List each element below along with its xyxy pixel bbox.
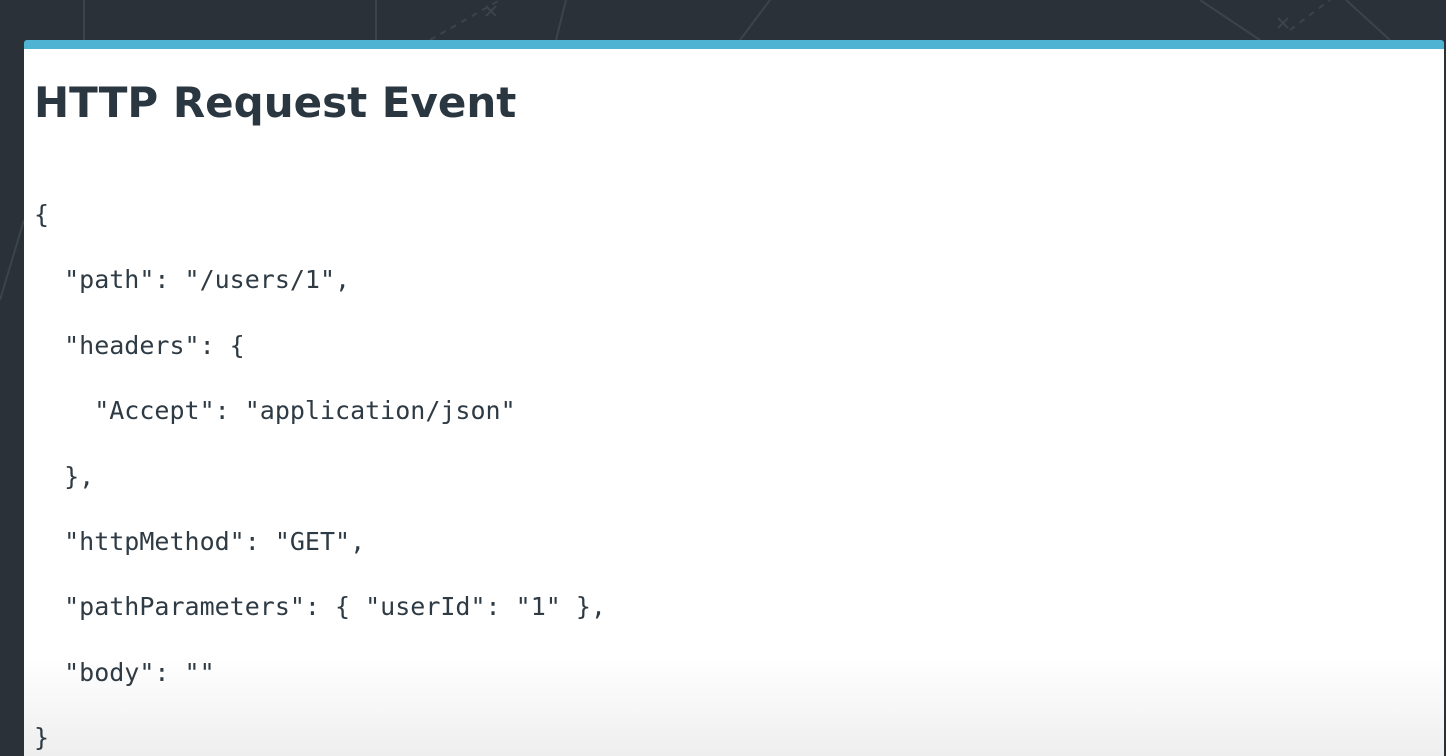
code-line: "Accept": "application/json" (34, 396, 516, 426)
code-line: { (34, 200, 50, 229)
code-line: "path": "/users/1", (34, 265, 351, 295)
code-line: "body": "" (34, 657, 215, 687)
code-line: "httpMethod": "GET", (34, 526, 366, 556)
code-line: }, (34, 461, 95, 491)
slide-stage: HTTP Request Event { "path": "/users/1",… (0, 0, 1446, 756)
code-line: } (34, 723, 50, 753)
slide-title: HTTP Request Event (34, 78, 517, 127)
code-block: { "path": "/users/1", "headers": { "Acce… (34, 182, 606, 756)
code-line: "pathParameters": { "userId": "1" }, (34, 592, 606, 622)
code-line: "headers": { (34, 330, 245, 360)
slide-card: HTTP Request Event { "path": "/users/1",… (24, 40, 1444, 756)
